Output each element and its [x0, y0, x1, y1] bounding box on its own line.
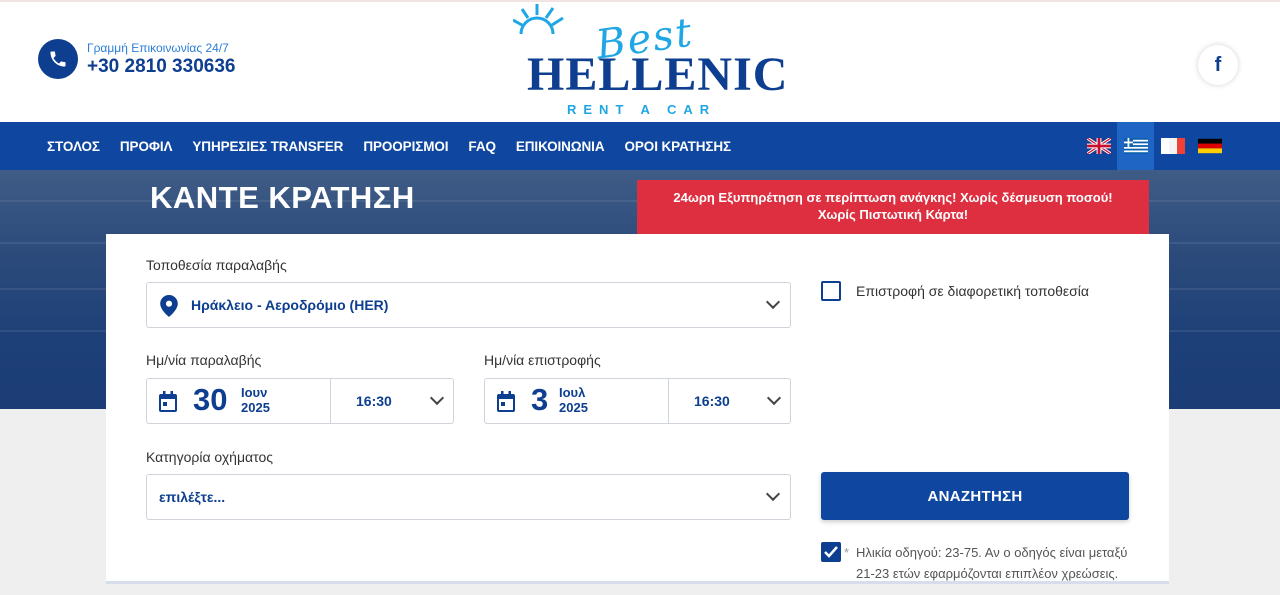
notice-line-2: Χωρίς Πιστωτική Κάρτα! [817, 207, 969, 222]
pickup-day: 30 [193, 382, 228, 417]
pickup-date-label: Ημ/νία παραλαβής [146, 352, 262, 368]
chevron-down-icon [429, 390, 445, 406]
phone-number[interactable]: +30 2810 330636 [87, 56, 235, 78]
driver-age-note: * Ηλικία οδηγού: 23-75. Αν ο οδηγός είναι… [844, 542, 1156, 584]
location-pin-icon [160, 295, 178, 317]
age-note-asterisk: * [844, 545, 850, 560]
site-header: Γραμμή Επικοινωνίας 24/7 +30 2810 330636… [0, 0, 1280, 122]
nav-item-contact[interactable]: ΕΠΙΚΟΙΝΩΝΙΑ [516, 139, 605, 154]
search-button[interactable]: ΑΝΑΖΗΤΗΣΗ [821, 472, 1129, 520]
nav-item-faq[interactable]: FAQ [468, 139, 496, 154]
return-date-label: Ημ/νία επιστροφής [484, 352, 601, 368]
return-month: Ιουλ [559, 385, 586, 400]
different-return-checkbox[interactable] [821, 281, 841, 301]
pickup-year: 2025 [241, 400, 270, 415]
lang-de[interactable] [1191, 122, 1228, 170]
sun-icon [513, 4, 564, 35]
page-title: ΚΑΝΤΕ ΚΡΑΤΗΣΗ [150, 180, 415, 215]
pickup-date-field[interactable]: 30 Ιουν 2025 16:30 [146, 378, 454, 424]
calendar-icon [159, 391, 177, 412]
lang-fr[interactable] [1154, 122, 1191, 170]
phone-label: Γραμμή Επικοινωνίας 24/7 [87, 41, 229, 55]
chevron-down-icon [765, 294, 781, 310]
age-note-line-2: 21-23 ετών εφαρμόζονται επιπλέον χρεώσει… [856, 566, 1119, 581]
french-flag-icon [1160, 138, 1185, 154]
nav-item-terms[interactable]: ΟΡΟΙ ΚΡΑΤΗΣΗΣ [624, 139, 731, 154]
nav-item-transfer[interactable]: ΥΠΗΡΕΣΙΕΣ TRANSFER [192, 139, 343, 154]
nav-item-profile[interactable]: ΠΡΟΦΙΛ [120, 139, 173, 154]
calendar-icon [497, 391, 515, 412]
phone-icon [38, 39, 78, 79]
uk-flag-icon [1086, 138, 1111, 154]
german-flag-icon [1197, 138, 1222, 154]
chevron-down-icon [765, 486, 781, 502]
lang-el[interactable] [1117, 122, 1154, 170]
return-time[interactable]: 16:30 [694, 393, 730, 409]
return-date-field[interactable]: 3 Ιουλ 2025 16:30 [484, 378, 791, 424]
pickup-location-value: Ηράκλειο - Αεροδρόμιο (HER) [191, 297, 389, 313]
facebook-icon[interactable]: f [1198, 45, 1238, 85]
lang-en[interactable] [1080, 122, 1117, 170]
logo-name-text: HELLENIC [527, 48, 789, 101]
driver-age-checkbox[interactable] [821, 542, 841, 562]
checkmark-icon [824, 546, 838, 558]
pickup-month: Ιουν [241, 385, 268, 400]
notice-line-1: 24ωρη Εξυπηρέτηση σε περίπτωση ανάγκης! … [673, 190, 1113, 205]
nav-item-fleet[interactable]: ΣΤΟΛΟΣ [47, 139, 100, 154]
vehicle-category-value: επιλέξτε... [159, 489, 226, 505]
pickup-time[interactable]: 16:30 [356, 393, 392, 409]
greek-flag-icon [1123, 138, 1148, 154]
main-nav: ΣΤΟΛΟΣ ΠΡΟΦΙΛ ΥΠΗΡΕΣΙΕΣ TRANSFER ΠΡΟΟΡΙΣ… [0, 122, 1280, 170]
pickup-location-label: Τοποθεσία παραλαβής [146, 257, 287, 273]
different-return-label: Επιστροφή σε διαφορετική τοποθεσία [856, 283, 1089, 299]
language-switcher [1080, 122, 1228, 170]
vehicle-category-select[interactable]: επιλέξτε... [146, 474, 791, 520]
contact-phone[interactable]: Γραμμή Επικοινωνίας 24/7 +30 2810 330636 [38, 39, 235, 79]
age-note-line-1: Ηλικία οδηγού: 23-75. Αν ο οδηγός είναι … [856, 545, 1128, 560]
pickup-location-select[interactable]: Ηράκλειο - Αεροδρόμιο (HER) [146, 282, 791, 328]
return-year: 2025 [559, 400, 588, 415]
return-day: 3 [531, 382, 549, 417]
logo-subtitle-text: RENT A CAR [567, 102, 717, 117]
nav-item-destinations[interactable]: ΠΡΟΟΡΙΣΜΟΙ [363, 139, 448, 154]
vehicle-category-label: Κατηγορία οχήματος [146, 449, 273, 465]
service-notice-banner: 24ωρη Εξυπηρέτηση σε περίπτωση ανάγκης! … [637, 180, 1149, 234]
chevron-down-icon [766, 390, 782, 406]
